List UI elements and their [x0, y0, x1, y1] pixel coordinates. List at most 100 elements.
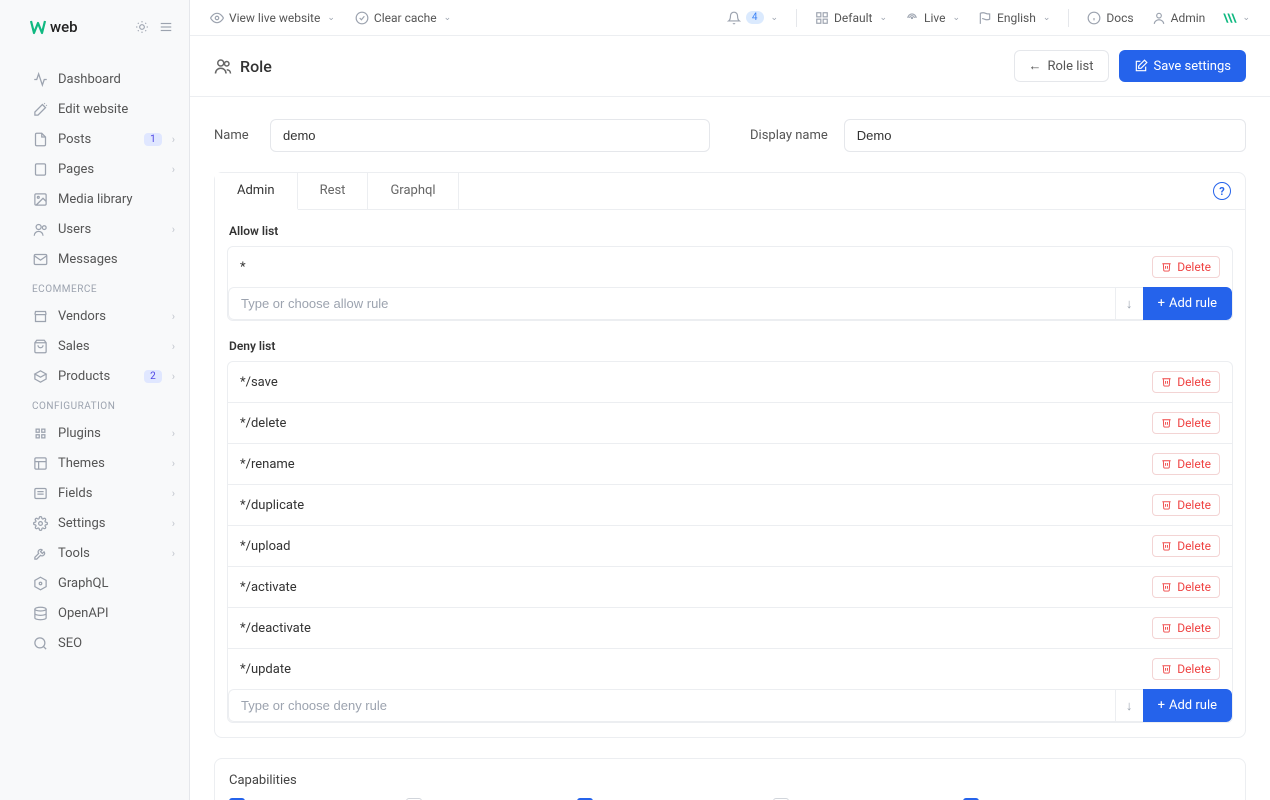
- chevron-right-icon: ›: [172, 340, 175, 353]
- delete-label: Delete: [1177, 375, 1211, 389]
- layout-icon: [32, 455, 48, 471]
- rule-text: */duplicate: [240, 498, 1152, 513]
- admin-menu[interactable]: Admin: [1152, 11, 1206, 25]
- view-live-button[interactable]: View live website ⌄: [210, 11, 335, 25]
- capabilities-card: Capabilities View other users postsEdit …: [214, 758, 1246, 800]
- sidebar-item-label: OpenAPI: [58, 606, 175, 621]
- sidebar-item-label: Edit website: [58, 102, 175, 117]
- rule-text: */upload: [240, 539, 1152, 554]
- sidebar-item-vendors[interactable]: Vendors›: [0, 301, 189, 331]
- activity-icon: [32, 71, 48, 87]
- wand-icon: [32, 101, 48, 117]
- sidebar-item-fields[interactable]: Fields›: [0, 478, 189, 508]
- sidebar-item-graphql[interactable]: GraphQL: [0, 568, 189, 598]
- sidebar-item-label: Dashboard: [58, 72, 175, 87]
- brand-mini-icon: \\\: [1223, 11, 1235, 25]
- rule-text: */rename: [240, 457, 1152, 472]
- rule-row: */updateDelete: [228, 649, 1232, 689]
- db-icon: [32, 605, 48, 621]
- menu-collapse-icon[interactable]: [159, 20, 173, 34]
- tab-admin[interactable]: Admin: [215, 173, 298, 210]
- sidebar-item-openapi[interactable]: OpenAPI: [0, 598, 189, 628]
- clear-cache-button[interactable]: Clear cache ⌄: [355, 11, 451, 25]
- sidebar-item-messages[interactable]: Messages: [0, 244, 189, 274]
- name-label: Name: [214, 128, 254, 143]
- deny-add-label: Add rule: [1169, 698, 1217, 713]
- rule-delete-button[interactable]: Delete: [1152, 494, 1220, 516]
- rule-delete-button[interactable]: Delete: [1152, 576, 1220, 598]
- deny-dropdown-button[interactable]: ↓: [1115, 689, 1143, 722]
- env-label: Live: [924, 11, 945, 25]
- allow-rule-input[interactable]: [228, 287, 1115, 320]
- sidebar-item-products[interactable]: Products 2 ›: [0, 361, 189, 391]
- sidebar-item-edit-website[interactable]: Edit website: [0, 94, 189, 124]
- sidebar-item-label: Products: [58, 369, 134, 384]
- sidebar-item-settings[interactable]: Settings›: [0, 508, 189, 538]
- env-selector[interactable]: Live ⌄: [905, 11, 960, 25]
- back-label: Role list: [1048, 59, 1094, 74]
- sidebar-item-label: GraphQL: [58, 576, 175, 591]
- logo[interactable]: web: [30, 18, 90, 36]
- docs-link[interactable]: Docs: [1087, 11, 1133, 25]
- chevron-down-icon: ↓: [1126, 698, 1133, 714]
- sidebar-item-users[interactable]: Users›: [0, 214, 189, 244]
- sidebar-item-tools[interactable]: Tools›: [0, 538, 189, 568]
- sidebar-item-dashboard[interactable]: Dashboard: [0, 64, 189, 94]
- lang-selector[interactable]: English ⌄: [978, 11, 1050, 25]
- sidebar-item-pages[interactable]: Pages›: [0, 154, 189, 184]
- sidebar-item-posts[interactable]: Posts1›: [0, 124, 189, 154]
- sidebar-nav: Dashboard Edit website Posts1›Pages›Media …: [0, 60, 189, 800]
- rule-text: */delete: [240, 416, 1152, 431]
- tool-icon: [32, 545, 48, 561]
- flag-icon: [978, 11, 992, 25]
- view-live-label: View live website: [229, 11, 320, 25]
- rule-delete-button[interactable]: Delete: [1152, 453, 1220, 475]
- rule-text: */save: [240, 375, 1152, 390]
- theme-toggle-icon[interactable]: [135, 20, 149, 34]
- sidebar: web DashboardEdit websitePosts1›Pages›Me…: [0, 0, 190, 800]
- rule-delete-button[interactable]: Delete: [1152, 412, 1220, 434]
- rule-delete-button[interactable]: Delete: [1152, 535, 1220, 557]
- sidebar-item-seo[interactable]: SEO: [0, 628, 189, 658]
- store-icon: [32, 308, 48, 324]
- tab-rest[interactable]: Rest: [298, 173, 369, 209]
- chevron-right-icon: ›: [172, 370, 175, 383]
- badge: 2: [144, 370, 162, 383]
- trash-icon: [1161, 376, 1173, 388]
- chevron-right-icon: ›: [172, 547, 175, 560]
- delete-label: Delete: [1177, 539, 1211, 553]
- rule-delete-button[interactable]: Delete: [1152, 617, 1220, 639]
- sidebar-item-label: Plugins: [58, 426, 162, 441]
- sidebar-item-label: Posts: [58, 132, 134, 147]
- brand-menu[interactable]: \\\ ⌄: [1223, 11, 1250, 25]
- tab-graphql[interactable]: Graphql: [368, 173, 458, 209]
- sidebar-item-sales[interactable]: Sales ›: [0, 331, 189, 361]
- deny-rule-input[interactable]: [228, 689, 1115, 722]
- clear-icon: [355, 11, 369, 25]
- name-input[interactable]: [270, 119, 710, 152]
- allow-add-button[interactable]: + Add rule: [1143, 287, 1232, 320]
- sidebar-item-label: Sales: [58, 339, 162, 354]
- deny-add-button[interactable]: + Add rule: [1143, 689, 1232, 722]
- site-selector[interactable]: Default ⌄: [815, 11, 887, 25]
- allow-dropdown-button[interactable]: ↓: [1115, 287, 1143, 320]
- delete-label: Delete: [1177, 260, 1211, 274]
- delete-label: Delete: [1177, 498, 1211, 512]
- trash-icon: [1161, 499, 1173, 511]
- display-name-input[interactable]: [844, 119, 1246, 152]
- notifications-button[interactable]: 4 ⌄: [727, 11, 778, 25]
- save-button[interactable]: Save settings: [1119, 50, 1247, 82]
- rule-delete-button[interactable]: Delete: [1152, 371, 1220, 393]
- sidebar-item-themes[interactable]: Themes›: [0, 448, 189, 478]
- chevron-down-icon: ⌄: [1043, 13, 1051, 23]
- help-icon[interactable]: ?: [1213, 182, 1231, 200]
- sidebar-item-media-library[interactable]: Media library: [0, 184, 189, 214]
- rule-row: */deactivateDelete: [228, 608, 1232, 649]
- rule-delete-button[interactable]: Delete: [1152, 256, 1220, 278]
- sidebar-item-plugins[interactable]: Plugins›: [0, 418, 189, 448]
- back-button[interactable]: ← Role list: [1014, 50, 1109, 82]
- rule-row: */duplicate Delete: [228, 485, 1232, 526]
- rule-delete-button[interactable]: Delete: [1152, 658, 1220, 680]
- chevron-down-icon: ⌄: [952, 13, 960, 23]
- notifications-badge: 4: [746, 11, 764, 24]
